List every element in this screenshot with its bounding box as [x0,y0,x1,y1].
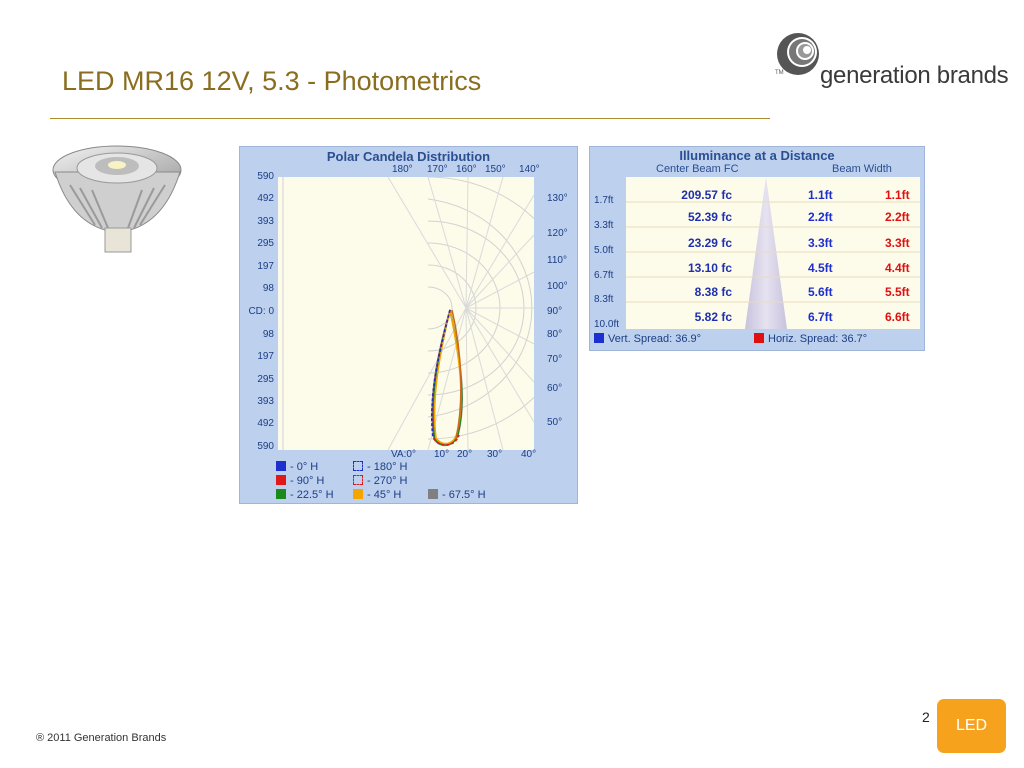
page-number: 2 [922,709,930,725]
vert-spread-swatch [594,333,604,343]
cd-label: 590 [257,171,274,182]
cd-label: 393 [257,396,274,407]
beam-width-header: Beam Width [832,163,892,175]
vert-spread-label: Vert. Spread: 36.9° [608,333,702,345]
vert-beam-width: 4.5ft [808,261,833,275]
legend-swatch [353,461,363,471]
legend-swatch [276,461,286,471]
angle-label: 160° [456,164,477,175]
angle-label: 130° [547,193,568,204]
angle-label: 170° [427,164,448,175]
center-beam-fc: 5.82 fc [694,310,732,324]
angle-label: 10° [434,449,450,460]
cd-label: 197 [257,351,274,362]
polar-candela-chart: Polar Candela Distribution 590 492 393 2… [239,146,578,504]
angle-label: 110° [547,255,567,266]
horiz-beam-width: 3.3ft [885,236,910,250]
center-beam-fc: 52.39 fc [687,210,732,224]
horiz-beam-width: 1.1ft [885,188,910,202]
horiz-beam-width: 6.6ft [885,310,910,324]
horiz-beam-width: 5.5ft [885,285,910,299]
legend-label: - 90° H [290,475,325,487]
cd-label: 492 [257,193,274,204]
polar-plot-area [278,176,574,451]
legend-item: - 67.5° H [428,489,486,501]
logo-wordmark: generation brands [820,62,1009,89]
copyright-footer: ® 2011 Generation Brands [36,732,167,744]
distance-label: 6.7ft [594,270,614,281]
horiz-beam-width: 4.4ft [885,261,910,275]
legend-item: - 90° H [276,475,324,487]
legend-label: - 0° H [290,461,319,473]
distance-label: 10.0ft [594,319,620,330]
center-beam-fc: 23.29 fc [687,236,732,250]
center-beam-header: Center Beam FC [656,163,739,175]
angle-label: 100° [547,281,568,292]
angle-label: 150° [485,164,506,175]
angle-label: 80° [547,329,563,340]
angle-label: 40° [521,449,537,460]
angle-label: 30° [487,449,503,460]
cd-label: 590 [257,441,274,452]
cd-label: 295 [257,238,274,249]
legend-label: - 45° H [367,489,402,501]
horiz-spread: Horiz. Spread: 36.7° [754,333,867,345]
angle-label: 70° [547,354,563,365]
angle-label: VA:0° [391,449,416,460]
center-beam-fc: 13.10 fc [687,261,732,275]
vert-beam-width: 5.6ft [808,285,833,299]
vert-beam-width: 3.3ft [808,236,833,250]
angle-label: 120° [547,228,568,239]
angle-label: 180° [392,164,413,175]
legend-swatch [428,489,438,499]
vert-beam-width: 1.1ft [808,188,833,202]
legend-swatch [276,489,286,499]
legend-item: - 45° H [353,489,401,501]
illuminance-title: Illuminance at a Distance [679,148,835,163]
cd-label: 492 [257,418,274,429]
center-beam-fc: 8.38 fc [694,285,732,299]
led-badge: LED [937,699,1006,753]
legend-item: - 0° H [276,461,318,473]
center-beam-fc: 209.57 fc [681,188,732,202]
cd-label: CD: 0 [248,306,274,317]
legend-item: - 270° H [353,475,407,487]
legend-label: - 67.5° H [442,489,486,501]
vert-beam-width: 2.2ft [808,210,833,224]
angle-label: 140° [519,164,540,175]
vert-beam-width: 6.7ft [808,310,833,324]
horiz-beam-width: 2.2ft [885,210,910,224]
cd-label: 295 [257,374,274,385]
legend-item: - 22.5° H [276,489,334,501]
title-underline [50,118,770,119]
mr16-bulb-image [52,145,182,253]
slide-title: LED MR16 12V, 5.3 - Photometrics [62,66,482,96]
legend-swatch [353,489,363,499]
legend-label: - 22.5° H [290,489,334,501]
illuminance-chart: Illuminance at a Distance Center Beam FC… [589,146,925,351]
cd-label: 197 [257,261,274,272]
vert-spread: Vert. Spread: 36.9° [594,333,701,345]
horiz-spread-swatch [754,333,764,343]
distance-label: 1.7ft [594,195,614,206]
angle-label: 90° [547,306,563,317]
horiz-spread-label: Horiz. Spread: 36.7° [768,333,868,345]
angle-label: 60° [547,383,563,394]
legend-swatch [353,475,363,485]
distance-label: 3.3ft [594,220,614,231]
cd-label: 393 [257,216,274,227]
legend-item: - 180° H [353,461,407,473]
angle-label: 20° [457,449,473,460]
cd-label: 98 [262,283,274,294]
polar-grid [282,176,574,451]
distance-label: 5.0ft [594,245,614,256]
legend-label: - 180° H [367,461,408,473]
logo-trademark: TM [775,70,784,76]
legend-swatch [276,475,286,485]
cd-label: 98 [262,329,274,340]
distance-label: 8.3ft [594,294,614,305]
legend-label: - 270° H [367,475,408,487]
polar-title: Polar Candela Distribution [326,149,491,164]
angle-label: 50° [547,417,563,428]
